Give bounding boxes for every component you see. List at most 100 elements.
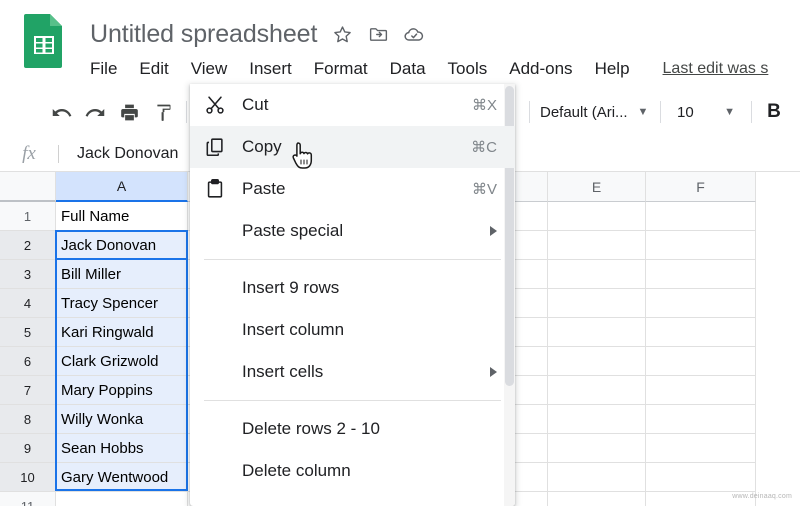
menu-insert[interactable]: Insert [238,57,303,81]
cell-F4[interactable] [646,289,756,318]
context-menu-item-paste-special[interactable]: Paste special [190,210,515,252]
cell-A5[interactable]: Kari Ringwald [56,318,188,347]
undo-icon[interactable] [44,95,78,129]
context-menu-item-insert-column[interactable]: Insert column [190,309,515,351]
cell-E8[interactable] [548,405,646,434]
cell-F6[interactable] [646,347,756,376]
last-edit-status[interactable]: Last edit was s [663,60,769,78]
cell-A8[interactable]: Willy Wonka [56,405,188,434]
context-menu-item-delete-rows-2-10[interactable]: Delete rows 2 - 10 [190,408,515,450]
cell-E3[interactable] [548,260,646,289]
menu-file[interactable]: File [90,57,128,81]
row-header-label: 11 [20,498,35,506]
row-header-1[interactable]: 1 [0,202,56,231]
row-header-5[interactable]: 5 [0,318,56,347]
context-menu-item-cut[interactable]: Cut ⌘X [190,84,515,126]
sheets-document-icon[interactable] [22,12,66,68]
cell-A7[interactable]: Mary Poppins [56,376,188,405]
column-header-e[interactable]: E [548,172,646,202]
row-header-label: 1 [23,208,32,224]
context-menu-item-shortcut: ⌘C [471,139,497,156]
cell-E2[interactable] [548,231,646,260]
context-menu: Cut ⌘X Copy ⌘C Paste ⌘V Paste special Insert 9 … [190,84,515,506]
row-header-label: 3 [23,266,32,282]
row-headers: 1 2 3 4 5 6 7 8 9 10 11 [0,202,56,506]
row-header-8[interactable]: 8 [0,405,56,434]
menu-view[interactable]: View [180,57,239,81]
cell-E10[interactable] [548,463,646,492]
column-header-f[interactable]: F [646,172,756,202]
context-menu-item-paste[interactable]: Paste ⌘V [190,168,515,210]
cell-E5[interactable] [548,318,646,347]
row-header-7[interactable]: 7 [0,376,56,405]
cloud-saved-icon[interactable] [403,23,425,45]
cell-F5[interactable] [646,318,756,347]
context-menu-item-copy[interactable]: Copy ⌘C [190,126,515,168]
cell-F2[interactable] [646,231,756,260]
column-header-a[interactable]: A [56,172,188,202]
row-header-6[interactable]: 6 [0,347,56,376]
menu-tools[interactable]: Tools [437,57,499,81]
font-size-dropdown[interactable]: 10 ▼ [667,97,745,127]
cell-F7[interactable] [646,376,756,405]
cell-E7[interactable] [548,376,646,405]
cell-F1[interactable] [646,202,756,231]
cell-E4[interactable] [548,289,646,318]
select-all-corner[interactable] [0,172,56,202]
cell-E1[interactable] [548,202,646,231]
formula-bar-input[interactable]: Jack Donovan [77,145,178,163]
vertical-scrollbar[interactable] [789,172,800,506]
cell-A2[interactable]: Jack Donovan [56,231,188,260]
function-icon[interactable]: fx [0,143,58,165]
cell-A3[interactable]: Bill Miller [56,260,188,289]
menu-bar: File Edit View Insert Format Data Tools … [90,55,768,83]
row-header-10[interactable]: 10 [0,463,56,492]
row-header-2[interactable]: 2 [0,231,56,260]
font-family-dropdown[interactable]: Default (Ari... ▼ [536,97,654,127]
menu-format[interactable]: Format [303,57,379,81]
cell-A9[interactable]: Sean Hobbs [56,434,188,463]
context-menu-item-label: Paste special [242,221,344,240]
cell-E9[interactable] [548,434,646,463]
row-header-label: 4 [23,295,32,311]
cell-A1[interactable]: Full Name [56,202,188,231]
context-menu-item-label: Cut [242,95,269,114]
cell-A6[interactable]: Clark Grizwold [56,347,188,376]
menu-help[interactable]: Help [584,57,641,81]
menu-data[interactable]: Data [379,57,437,81]
row-header-label: 2 [23,237,32,253]
bold-button[interactable]: B [758,101,790,123]
menu-add-ons[interactable]: Add-ons [498,57,583,81]
cell-F9[interactable] [646,434,756,463]
clipboard-icon [204,178,242,200]
row-header-3[interactable]: 3 [0,260,56,289]
context-menu-item-insert-cells[interactable]: Insert cells [190,351,515,393]
row-header-11[interactable]: 11 [0,492,56,506]
context-menu-item-delete-column[interactable]: Delete column [190,450,515,492]
cell-F8[interactable] [646,405,756,434]
context-menu-item-label: Copy [242,137,282,156]
page-title[interactable]: Untitled spreadsheet [90,20,317,49]
row-header-label: 9 [23,440,32,456]
star-icon[interactable] [331,23,353,45]
cell-A4[interactable]: Tracy Spencer [56,289,188,318]
cell-F10[interactable] [646,463,756,492]
menu-edit[interactable]: Edit [128,57,179,81]
toolbar-separator [186,101,187,123]
submenu-arrow-icon [490,226,497,236]
redo-icon[interactable] [78,95,112,129]
row-header-9[interactable]: 9 [0,434,56,463]
cell-A10[interactable]: Gary Wentwood [56,463,188,492]
context-menu-item-insert-9-rows[interactable]: Insert 9 rows [190,267,515,309]
cell-E11[interactable] [548,492,646,506]
cell-E6[interactable] [548,347,646,376]
toolbar-separator-bold [751,101,752,123]
move-to-folder-icon[interactable] [367,23,389,45]
paint-format-icon[interactable] [146,95,180,129]
row-header-4[interactable]: 4 [0,289,56,318]
cell-A11[interactable] [56,492,188,506]
copy-icon [204,136,242,158]
context-menu-separator [204,400,501,401]
print-icon[interactable] [112,95,146,129]
cell-F3[interactable] [646,260,756,289]
